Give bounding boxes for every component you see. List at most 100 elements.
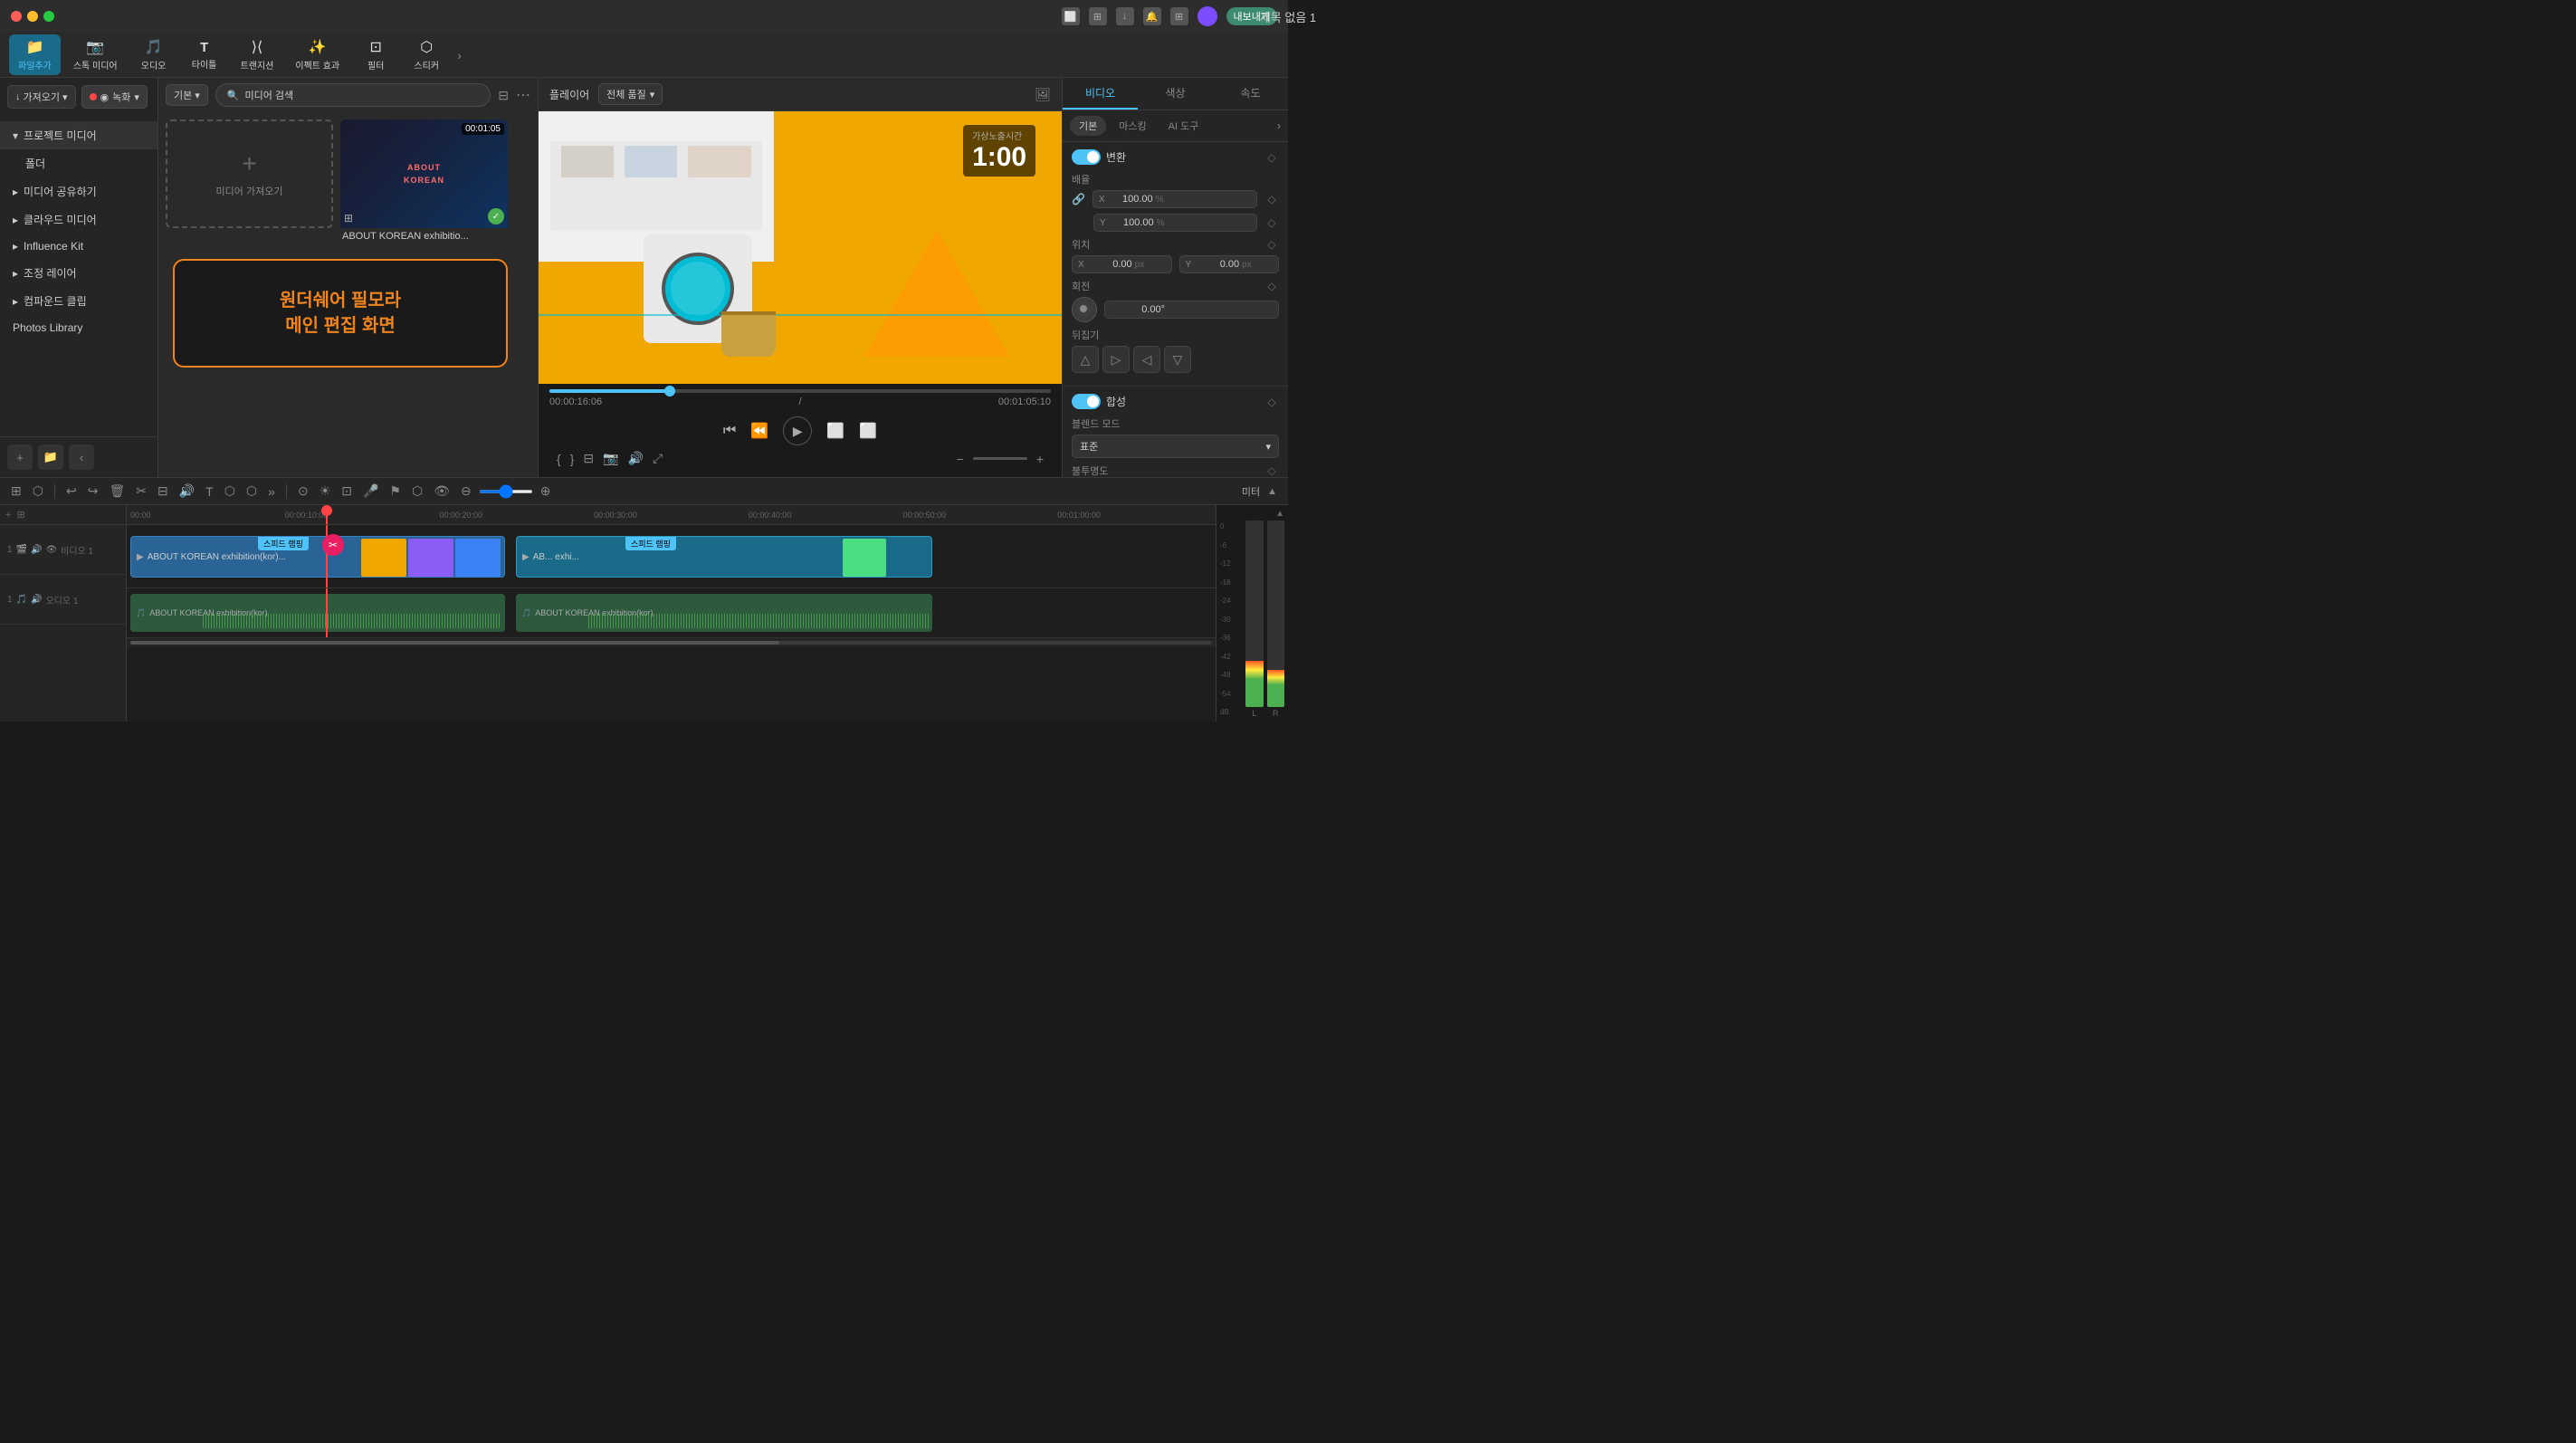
- toolbar-stock-media[interactable]: 📷 스톡 미디어: [64, 34, 127, 75]
- tl-eye-icon[interactable]: 👁: [430, 482, 453, 501]
- tl-text-icon[interactable]: T: [202, 483, 217, 501]
- tab-speed[interactable]: 속도: [1213, 78, 1288, 110]
- scale-x-value[interactable]: [1108, 194, 1153, 205]
- tl-plus-icon[interactable]: ⊕: [537, 482, 555, 501]
- scale-x-keyframe[interactable]: ◇: [1264, 192, 1279, 206]
- audio-speaker-icon[interactable]: 🔊: [31, 595, 42, 605]
- progress-bar[interactable]: [549, 389, 1051, 393]
- grid-icon[interactable]: ⊞: [1170, 7, 1188, 25]
- sidebar-item-cloud-media[interactable]: ▸ 클라우드 미디어: [0, 205, 157, 234]
- notification-icon[interactable]: 🔔: [1143, 7, 1161, 25]
- skip-back-icon[interactable]: ⏮: [723, 423, 736, 439]
- scale-x-input[interactable]: X %: [1092, 190, 1257, 208]
- subtab-ai-tools[interactable]: AI 도구: [1159, 116, 1208, 136]
- tl-cut-icon[interactable]: ✂: [132, 482, 150, 501]
- tab-video[interactable]: 비디오: [1063, 78, 1138, 110]
- opacity-keyframe[interactable]: ◇: [1264, 463, 1279, 477]
- pos-y-input[interactable]: Y px: [1179, 255, 1280, 273]
- rotation-value[interactable]: [1111, 304, 1165, 315]
- video-clip-2[interactable]: 스피드 램핑 ▶ AB... exhi...: [516, 536, 932, 578]
- track-settings-icon[interactable]: ⊞: [16, 509, 24, 521]
- tl-delete-icon[interactable]: 🗑: [105, 482, 129, 501]
- toolbar-effects[interactable]: ✨ 이펙트 효과: [286, 34, 348, 75]
- rotation-keyframe[interactable]: ◇: [1264, 279, 1279, 293]
- scale-y-input[interactable]: Y %: [1093, 214, 1257, 232]
- screen-icon[interactable]: ⬜: [1062, 7, 1080, 25]
- tl-grid-icon[interactable]: ⊞: [7, 482, 25, 501]
- step-forward-icon[interactable]: ⬜: [826, 422, 844, 440]
- filter-icon-btn[interactable]: ⊟: [498, 88, 509, 103]
- toolbar-file-import[interactable]: 📁 파일추가: [9, 34, 61, 75]
- sidebar-item-influence-kit[interactable]: ▸ Influence Kit: [0, 234, 157, 259]
- tl-crop-icon[interactable]: ⬡: [221, 482, 239, 501]
- sidebar-item-adjust-layer[interactable]: ▸ 조정 레이어: [0, 259, 157, 287]
- subtab-more-arrow[interactable]: ›: [1277, 116, 1281, 136]
- user-avatar[interactable]: [1197, 6, 1217, 26]
- cut-marker[interactable]: ✂: [322, 534, 344, 556]
- sidebar-collapse-btn[interactable]: ‹: [69, 444, 94, 470]
- zoom-in-icon[interactable]: +: [1036, 452, 1044, 466]
- sidebar-add-btn[interactable]: +: [7, 444, 33, 470]
- audio-music-icon[interactable]: 🎵: [16, 595, 27, 605]
- tl-magic-icon[interactable]: ⊙: [294, 482, 312, 501]
- rotation-input[interactable]: [1104, 301, 1279, 319]
- video-eye-icon[interactable]: 👁: [45, 545, 57, 555]
- toolbar-audio[interactable]: 🎵 오디오: [130, 34, 177, 75]
- sidebar-folder-btn[interactable]: 📁: [38, 444, 63, 470]
- toolbar-transitions[interactable]: ⟩⟨ 트랜지션: [232, 34, 283, 75]
- bracket-left-icon[interactable]: {: [557, 452, 561, 466]
- tl-zoom-slider[interactable]: [479, 490, 533, 493]
- tl-sun-icon[interactable]: ☀: [316, 482, 335, 501]
- fullscreen-icon[interactable]: ⬜: [859, 422, 877, 440]
- tl-more-icon[interactable]: »: [264, 483, 279, 501]
- flip-vertical-btn[interactable]: ▷: [1102, 346, 1130, 373]
- audio-icon2[interactable]: 🔊: [628, 451, 644, 466]
- play-button[interactable]: ▶: [783, 416, 812, 445]
- sidebar-item-project-media[interactable]: ▾ 프로젝트 미디어: [0, 121, 157, 149]
- flip-h2-btn[interactable]: ◁: [1133, 346, 1160, 373]
- tl-mask-icon[interactable]: ⬡: [243, 482, 261, 501]
- video-lock-icon[interactable]: 🎬: [16, 545, 27, 555]
- tl-flag-icon[interactable]: ⚑: [386, 482, 405, 501]
- minimize-button[interactable]: [27, 11, 38, 22]
- composite-keyframe-btn[interactable]: ◇: [1264, 395, 1279, 409]
- transform-toggle[interactable]: [1072, 149, 1101, 165]
- scroll-thumb[interactable]: [130, 641, 779, 645]
- subtab-masking[interactable]: 마스킹: [1110, 116, 1155, 136]
- meter-expand-icon[interactable]: ▲: [1264, 484, 1281, 499]
- download-icon[interactable]: ↓: [1116, 7, 1134, 25]
- toolbar-sticker[interactable]: ⬡ 스티커: [403, 34, 450, 75]
- position-keyframe[interactable]: ◇: [1264, 237, 1279, 252]
- close-button[interactable]: [11, 11, 22, 22]
- quality-select[interactable]: 전체 품질 ▾: [598, 83, 663, 105]
- import-button[interactable]: ↓ 가져오기 ▾: [7, 85, 76, 109]
- resize-icon[interactable]: ⤢: [653, 451, 663, 466]
- tl-minus-icon[interactable]: ⊖: [457, 482, 475, 501]
- rotation-dial[interactable]: [1072, 297, 1097, 322]
- transform-keyframe-btn[interactable]: ◇: [1264, 150, 1279, 165]
- tl-split-icon[interactable]: ⊟: [154, 482, 172, 501]
- flip-v2-btn[interactable]: ▽: [1164, 346, 1191, 373]
- maximize-button[interactable]: [43, 11, 54, 22]
- flip-horizontal-btn[interactable]: △: [1072, 346, 1099, 373]
- toolbar-filter[interactable]: ⊡ 필터: [352, 34, 399, 75]
- more-options-btn[interactable]: ⋯: [516, 86, 530, 104]
- add-track-icon[interactable]: +: [5, 510, 11, 521]
- scale-y-keyframe[interactable]: ◇: [1264, 215, 1279, 230]
- split-icon[interactable]: ⊟: [583, 451, 594, 466]
- video-speaker-icon[interactable]: 🔊: [31, 545, 42, 555]
- record-button[interactable]: ◉ 녹화 ▾: [81, 85, 148, 109]
- media-view-button[interactable]: 기본 ▾: [166, 84, 208, 106]
- tl-undo-icon[interactable]: ↩: [62, 482, 81, 501]
- bracket-right-icon[interactable]: }: [570, 452, 575, 466]
- tl-mic-icon[interactable]: 🎤: [359, 482, 382, 501]
- toolbar-more-chevron[interactable]: ›: [457, 48, 462, 62]
- media-add-item[interactable]: + 미디어 가져오기: [166, 119, 333, 228]
- media-search-box[interactable]: 🔍 미디어 검색: [215, 83, 491, 107]
- screenshot2-icon[interactable]: 📷: [603, 451, 618, 466]
- layout-icon[interactable]: ⊞: [1089, 7, 1107, 25]
- sidebar-item-folder[interactable]: 폴더: [0, 149, 157, 177]
- screenshot-icon[interactable]: 🖼: [1035, 87, 1051, 102]
- zoom-slider[interactable]: [973, 457, 1027, 460]
- scale-y-value[interactable]: [1109, 217, 1154, 228]
